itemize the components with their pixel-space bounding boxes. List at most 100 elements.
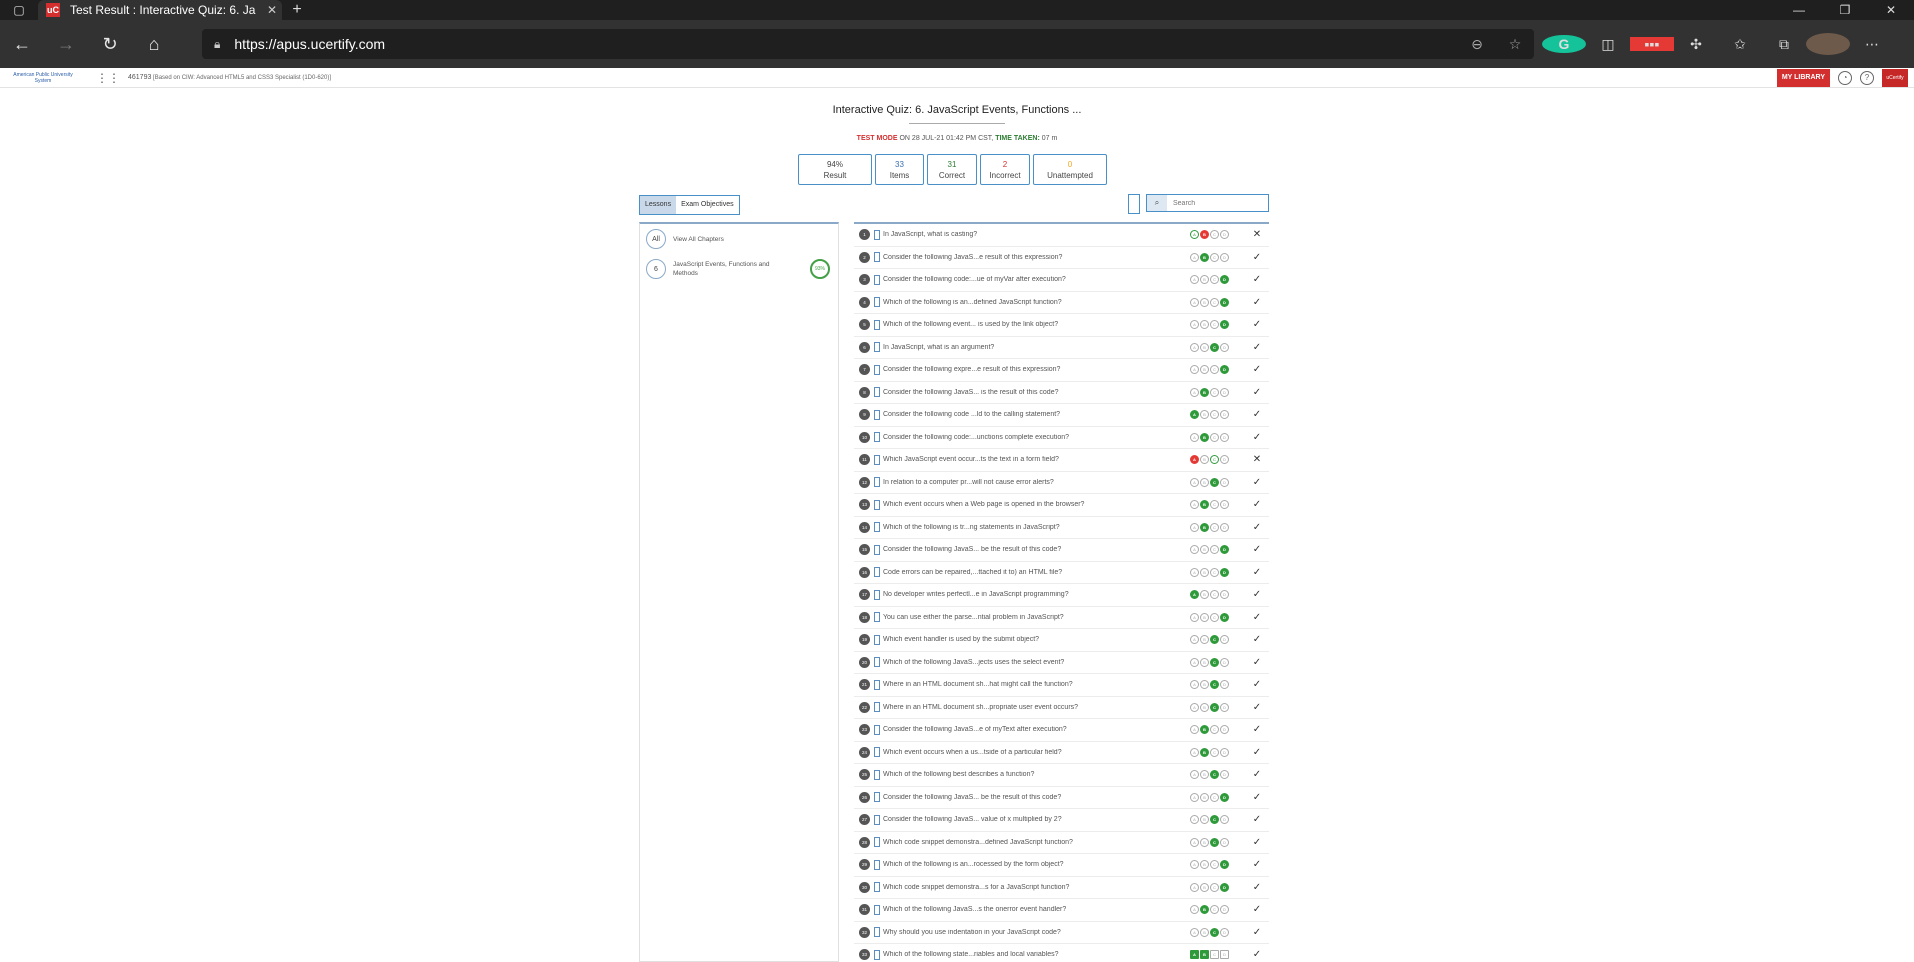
bookmark-icon[interactable] (874, 319, 880, 330)
stat-items[interactable]: 33 Items (875, 154, 924, 185)
question-row[interactable]: 24 Which event occurs when a us...tside o… (854, 742, 1269, 764)
question-text[interactable]: Why should you use indentation in your J… (883, 929, 1183, 936)
close-window-icon[interactable]: ✕ (1868, 3, 1914, 17)
bookmark-icon[interactable] (874, 364, 880, 375)
bookmark-icon[interactable] (874, 612, 880, 623)
question-row[interactable]: 22 Where in an HTML document sh...propria… (854, 697, 1269, 719)
question-text[interactable]: Where in an HTML document sh...hat might… (883, 681, 1183, 688)
question-row[interactable]: 20 Which of the following JavaS...jects u… (854, 652, 1269, 674)
bookmark-icon[interactable] (874, 274, 880, 285)
question-text[interactable]: Which event occurs when a us...tside of … (883, 749, 1183, 756)
question-row[interactable]: 19 Which event handler is used by the sub… (854, 629, 1269, 652)
question-text[interactable]: Which of the following is tr...ng statem… (883, 524, 1183, 531)
bookmark-icon[interactable] (874, 657, 880, 668)
question-text[interactable]: Where in an HTML document sh...propriate… (883, 704, 1183, 711)
extension-icon[interactable]: ◫ (1586, 36, 1630, 53)
question-row[interactable]: 3 Consider the following code:...ue of my… (854, 269, 1269, 292)
question-text[interactable]: Which of the following is an...rocessed … (883, 861, 1183, 868)
bookmark-icon[interactable] (874, 679, 880, 690)
question-row[interactable]: 14 Which of the following is tr...ng stat… (854, 517, 1269, 539)
question-row[interactable]: 31 Which of the following JavaS...s the o… (854, 899, 1269, 922)
home-icon[interactable]: ⌂ (132, 22, 176, 66)
tab-actions-icon[interactable]: ▢ (0, 0, 38, 20)
bookmark-icon[interactable] (874, 432, 880, 443)
question-row[interactable]: 9 Consider the following code ...ld to th… (854, 404, 1269, 427)
bookmark-icon[interactable] (874, 589, 880, 600)
question-text[interactable]: In JavaScript, what is an argument? (883, 344, 1183, 351)
my-library-button[interactable]: MY LIBRARY (1776, 68, 1830, 87)
apps-grid-icon[interactable]: ⋮⋮ (96, 71, 120, 85)
question-row[interactable]: 30 Which code snippet demonstra...s for a… (854, 877, 1269, 899)
bookmark-icon[interactable] (874, 544, 880, 555)
question-row[interactable]: 7 Consider the following expre...e result… (854, 359, 1269, 382)
restore-icon[interactable]: ❐ (1822, 3, 1868, 17)
chapter-6[interactable]: 6 JavaScript Events, Functions and Metho… (640, 254, 838, 284)
question-row[interactable]: 10 Consider the following code:...unction… (854, 427, 1269, 449)
question-row[interactable]: 28 Which code snippet demonstra...defined… (854, 832, 1269, 854)
bookmark-icon[interactable] (874, 409, 880, 420)
question-text[interactable]: Which of the following JavaS...jects use… (883, 659, 1183, 666)
bookmark-icon[interactable] (874, 499, 880, 510)
question-row[interactable]: 17 No developer writes perfectl...e in Ja… (854, 584, 1269, 607)
question-text[interactable]: Consider the following JavaS... value of… (883, 816, 1183, 823)
bookmark-filter-button[interactable] (1128, 194, 1140, 214)
question-text[interactable]: Consider the following code:...unctions … (883, 434, 1183, 441)
question-row[interactable]: 23 Consider the following JavaS...e of my… (854, 719, 1269, 742)
question-text[interactable]: Which JavaScript event occur...ts the te… (883, 456, 1183, 463)
bookmark-icon[interactable] (874, 252, 880, 263)
question-text[interactable]: Which code snippet demonstra...defined J… (883, 839, 1183, 846)
question-row[interactable]: 1 In JavaScript, what is casting? A B C D ✕ (854, 224, 1269, 247)
bookmark-icon[interactable] (874, 927, 880, 938)
bookmark-icon[interactable] (874, 342, 880, 353)
question-text[interactable]: You can use either the parse...ntial pro… (883, 614, 1183, 621)
question-text[interactable]: Which of the following state...riables a… (883, 951, 1183, 958)
question-row[interactable]: 26 Consider the following JavaS... be the… (854, 787, 1269, 809)
bookmark-icon[interactable] (874, 837, 880, 848)
bookmark-icon[interactable] (874, 949, 880, 960)
search-icon[interactable]: ⌕ (1147, 195, 1167, 211)
back-icon[interactable]: ← (0, 22, 44, 66)
bookmark-icon[interactable] (874, 567, 880, 578)
tab-exam-objectives[interactable]: Exam Objectives (676, 196, 739, 214)
tab-lessons[interactable]: Lessons (640, 196, 677, 214)
zoom-out-icon[interactable]: ⊖ (1458, 36, 1496, 53)
question-text[interactable]: Consider the following JavaS... be the r… (883, 794, 1183, 801)
grammarly-icon[interactable]: G (1542, 35, 1586, 53)
add-favorite-icon[interactable]: ☆ (1496, 36, 1534, 53)
bookmark-icon[interactable] (874, 792, 880, 803)
url-field[interactable]: 🔒︎ https://apus.ucertify.com ⊖ ☆ (202, 29, 1534, 59)
tab-close-icon[interactable]: ✕ (262, 3, 282, 17)
question-row[interactable]: 25 Which of the following best describes … (854, 764, 1269, 787)
search-input[interactable] (1167, 195, 1267, 211)
user-icon[interactable]: ◔ (1838, 70, 1852, 85)
new-tab-button[interactable]: + (282, 1, 312, 19)
question-row[interactable]: 5 Which of the following event... is used… (854, 314, 1269, 337)
question-text[interactable]: Consider the following JavaS...e of myTe… (883, 726, 1183, 733)
question-text[interactable]: In relation to a computer pr...will not … (883, 479, 1183, 486)
bookmark-icon[interactable] (874, 387, 880, 398)
question-row[interactable]: 18 You can use either the parse...ntial p… (854, 607, 1269, 629)
bookmark-icon[interactable] (874, 769, 880, 780)
chapter-all[interactable]: All View All Chapters (640, 224, 838, 254)
ucertify-logo[interactable]: uCertify (1882, 68, 1908, 87)
question-text[interactable]: Which of the following is an...defined J… (883, 299, 1183, 306)
question-text[interactable]: Which event occurs when a Web page is op… (883, 501, 1183, 508)
question-row[interactable]: 29 Which of the following is an...rocesse… (854, 854, 1269, 877)
question-row[interactable]: 21 Where in an HTML document sh...hat mig… (854, 674, 1269, 697)
question-text[interactable]: In JavaScript, what is casting? (883, 231, 1183, 238)
bookmark-icon[interactable] (874, 229, 880, 240)
question-row[interactable]: 12 In relation to a computer pr...will no… (854, 472, 1269, 494)
question-text[interactable]: Consider the following expre...e result … (883, 366, 1183, 373)
question-row[interactable]: 16 Code errors can be repaired,...ttached… (854, 562, 1269, 584)
bookmark-icon[interactable] (874, 522, 880, 533)
question-row[interactable]: 33 Which of the following state...riables… (854, 944, 1269, 962)
collections-icon[interactable]: ⧉ (1762, 36, 1806, 53)
bookmark-icon[interactable] (874, 724, 880, 735)
bookmark-icon[interactable] (874, 882, 880, 893)
question-row[interactable]: 4 Which of the following is an...defined … (854, 292, 1269, 314)
stat-correct[interactable]: 31 Correct (927, 154, 977, 185)
bookmark-icon[interactable] (874, 297, 880, 308)
bookmark-icon[interactable] (874, 702, 880, 713)
favorites-icon[interactable]: ✩ (1718, 36, 1762, 53)
question-row[interactable]: 27 Consider the following JavaS... value … (854, 809, 1269, 832)
